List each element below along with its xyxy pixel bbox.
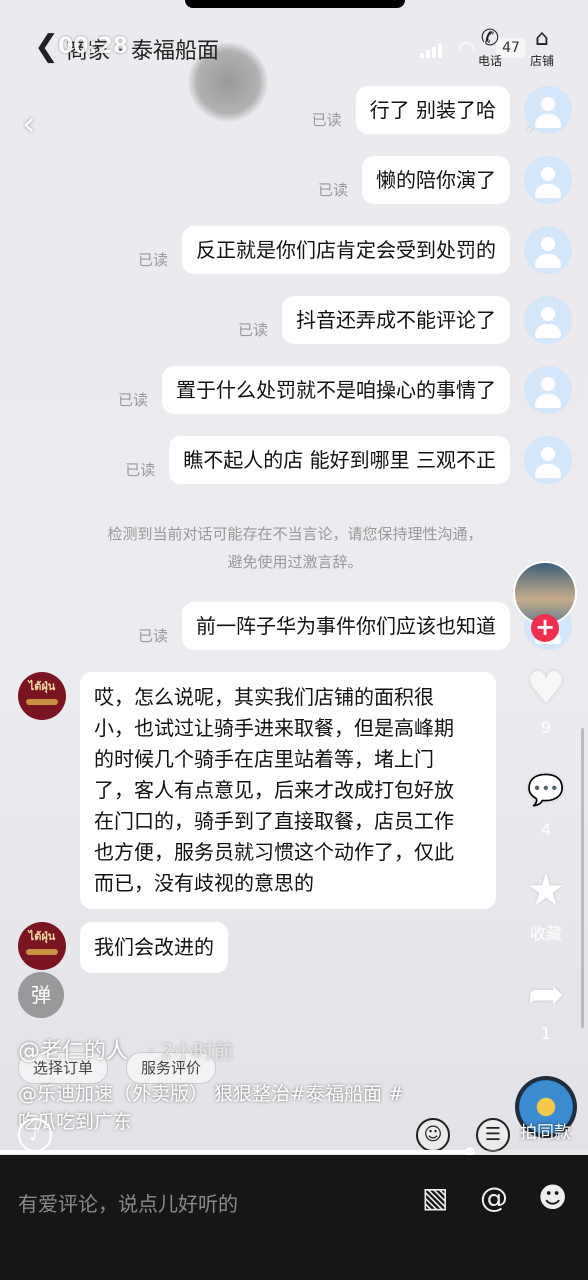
message-line: 的时候几个骑手在店里站着等，堵上门 [94, 747, 434, 771]
danmaku-toggle-button[interactable]: 弹 [18, 972, 64, 1018]
video-progress[interactable] [0, 1147, 588, 1155]
read-receipt: 已读 [311, 110, 342, 129]
read-receipt: 已读 [137, 626, 168, 645]
merchant-logo-text: ไต้ฝุ่น [28, 680, 56, 693]
message-bubble: 反正就是你们店肯定会受到处罚的 [182, 226, 510, 274]
collect-button[interactable]: ★ 收藏 [516, 866, 576, 944]
store-icon: ⌂ [535, 26, 549, 51]
like-count: 9 [540, 718, 552, 737]
collect-label: 收藏 [529, 924, 562, 943]
use-sound-label[interactable]: 拍同款 [520, 1118, 571, 1143]
phone-icon: ✆ [480, 26, 500, 51]
star-icon: ★ [526, 865, 566, 916]
user-avatar [524, 226, 572, 274]
video-description[interactable]: @乐迪加速（外卖版） 狠狠整治#泰福船面 # 吃瓜吃到广东 [18, 1080, 458, 1136]
message-line: 在门口的，骑手到了直接取餐，店员工作 [94, 809, 454, 833]
message-line: 哎，怎么说呢，其实我们店铺的面积很 [94, 685, 434, 709]
message-line: 而已，没有歧视的意思的 [94, 871, 314, 895]
post-time: · 2小时前 [148, 1039, 234, 1063]
emoji-icon: ☺ [416, 1118, 450, 1152]
camera-notch [185, 0, 405, 8]
status-time: 00:28 [58, 34, 129, 59]
read-receipt: 已读 [317, 180, 348, 199]
store-button: ⌂ 店铺 [522, 26, 562, 69]
description-line: @乐迪加速（外卖版） 狠狠整治#泰福船面 # [18, 1083, 404, 1105]
heart-icon: ♥ [526, 663, 566, 714]
message-bubble: 行了 别装了哈 [355, 86, 510, 134]
merchant-avatar: ไต้ฝุ่น [18, 922, 66, 970]
image-icon[interactable]: ▧ [422, 1181, 448, 1215]
message-line: 了，客人有点意见，后来才改成打包好放 [94, 778, 454, 802]
comment-count: 4 [540, 820, 552, 839]
message-outgoing: 已读 抖音还弄成不能评论了 [238, 296, 572, 344]
message-bubble: 前一阵子华为事件你们应该也知道 [182, 602, 510, 650]
read-receipt: 已读 [137, 250, 168, 269]
message-bubble: 置于什么处罚就不是咱操心的事情了 [162, 366, 510, 414]
back-button[interactable]: ‹ [22, 104, 36, 144]
description-line: 吃瓜吃到广东 [18, 1111, 133, 1133]
read-receipt: 已读 [237, 320, 268, 339]
comment-icon: 💬 [527, 773, 565, 808]
share-count: 1 [540, 1024, 552, 1043]
chat-header: ❮ 商家 · 泰福船面 00:28 ◠ 47 ✆ 电话 ⌂ 店铺 [0, 20, 588, 80]
message-bubble: 懒的陪你演了 [362, 156, 510, 204]
message-outgoing: 已读 反正就是你们店肯定会受到处罚的 [138, 226, 572, 274]
progress-knob[interactable] [465, 1147, 476, 1155]
phone-label: 电话 [477, 54, 502, 68]
signal-icon [420, 42, 444, 58]
voice-icon: ♪ [18, 1118, 52, 1152]
message-incoming: ไต้ฝุ่น 我们会改进的 [18, 922, 228, 973]
message-bubble: 我们会改进的 [80, 922, 228, 973]
author-name[interactable]: @老仁的人 [18, 1033, 128, 1065]
store-label: 店铺 [529, 54, 554, 68]
message-outgoing: 已读 懒的陪你演了 [318, 156, 572, 204]
system-notice-line: 检测到当前对话可能存在不当言论，请您保持理性沟通， [107, 525, 483, 543]
merchant-logo-text: ไต้ฝุ่น [28, 930, 56, 943]
read-receipt: 已读 [125, 460, 156, 479]
message-incoming: ไต้ฝุ่น 哎，怎么说呢，其实我们店铺的面积很 小，也试过让骑手进来取餐，但… [18, 672, 496, 909]
user-avatar [524, 436, 572, 484]
phone-button: ✆ 电话 [470, 26, 510, 69]
message-outgoing: 已读 前一阵子华为事件你们应该也知道 [138, 602, 572, 650]
message-line: 我们会改进的 [94, 935, 214, 959]
user-avatar [524, 156, 572, 204]
system-notice-line: 避免使用过激言辞。 [227, 553, 363, 571]
comment-bar: 有爱评论，说点儿好听的 ▧ @ ☻ [0, 1155, 588, 1280]
message-outgoing: 已读 置于什么处罚就不是咱操心的事情了 [118, 366, 572, 414]
chat-scrollbar [581, 728, 584, 1028]
emoji-picker-icon[interactable]: ☻ [538, 1181, 567, 1215]
like-button[interactable]: ♥ 9 [516, 663, 576, 738]
message-bubble: 哎，怎么说呢，其实我们店铺的面积很 小，也试过让骑手进来取餐，但是高峰期 的时候… [80, 672, 496, 909]
system-notice: 检测到当前对话可能存在不当言论，请您保持理性沟通， 避免使用过激言辞。 [60, 520, 530, 576]
message-outgoing: 已读 行了 别装了哈 [312, 86, 572, 134]
progress-fill [0, 1150, 471, 1154]
merchant-avatar: ไต้ฝุ่น [18, 672, 66, 720]
message-outgoing: 已读 瞧不起人的店 能好到哪里 三观不正 [125, 436, 572, 484]
video-screen[interactable]: ❮ 商家 · 泰福船面 00:28 ◠ 47 ✆ 电话 ⌂ 店铺 ‹ ⌕ 已读 … [0, 0, 588, 1155]
comment-input[interactable]: 有爱评论，说点儿好听的 [18, 1188, 238, 1217]
message-line: 小，也试过让骑手进来取餐，但是高峰期 [94, 716, 454, 740]
message-line: 也方便，服务员就习惯这个动作了，仅此 [94, 840, 454, 864]
share-button[interactable]: ➦ 1 [516, 969, 576, 1044]
comment-button[interactable]: 💬 4 [516, 766, 576, 839]
chat-back-icon: ❮ [34, 29, 60, 64]
message-bubble: 瞧不起人的店 能好到哪里 三观不正 [169, 436, 510, 484]
read-receipt: 已读 [117, 390, 148, 409]
follow-plus-icon[interactable]: + [531, 614, 559, 642]
user-avatar [524, 86, 572, 134]
menu-list-icon: ☰ [476, 1118, 510, 1152]
mention-icon[interactable]: @ [480, 1181, 508, 1215]
share-arrow-icon: ➦ [527, 969, 565, 1020]
user-avatar [524, 296, 572, 344]
user-avatar [524, 366, 572, 414]
message-bubble: 抖音还弄成不能评论了 [282, 296, 510, 344]
